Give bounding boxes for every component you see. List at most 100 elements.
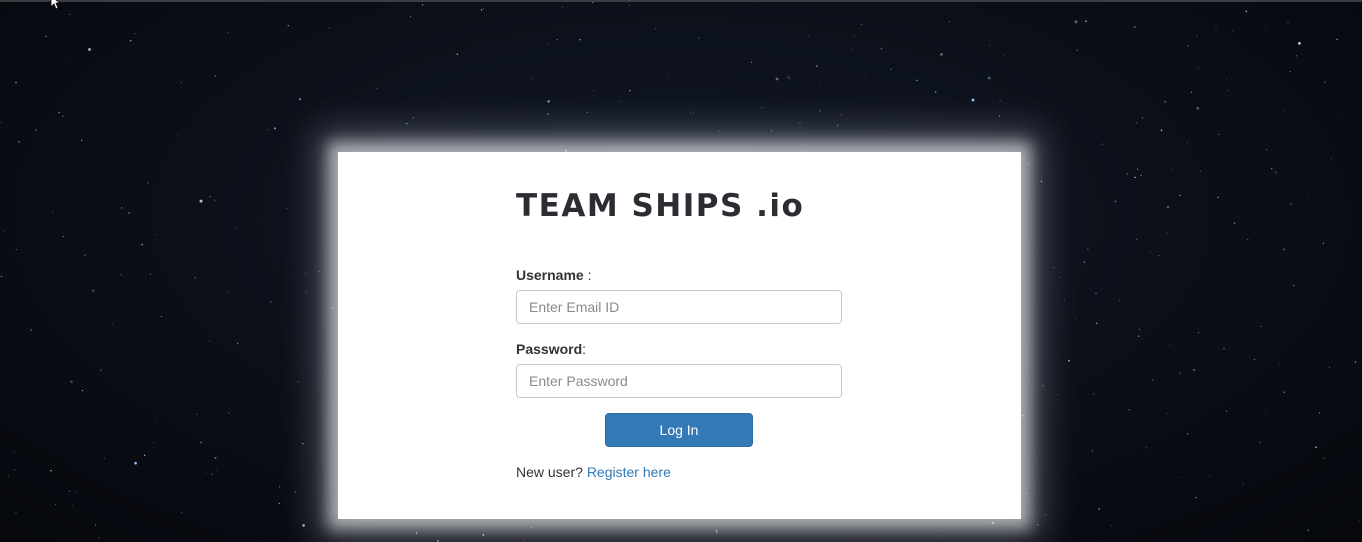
star <box>819 110 821 112</box>
star <box>1119 300 1121 302</box>
star <box>860 24 862 26</box>
star <box>1167 205 1169 208</box>
star <box>1179 372 1181 374</box>
star <box>1187 45 1189 47</box>
star <box>1253 358 1255 361</box>
star <box>228 412 230 414</box>
register-link[interactable]: Register here <box>587 464 671 480</box>
username-label-text: Username <box>516 267 584 283</box>
star <box>146 182 149 184</box>
star <box>1233 222 1236 224</box>
star <box>1040 180 1043 182</box>
star <box>205 471 207 473</box>
star <box>989 44 990 46</box>
star <box>241 445 243 447</box>
star <box>70 380 73 384</box>
star <box>935 91 937 93</box>
star <box>331 306 334 309</box>
star <box>84 254 86 256</box>
star <box>716 532 718 534</box>
star <box>54 504 56 506</box>
star <box>690 111 691 113</box>
star <box>209 196 211 198</box>
star <box>547 44 549 45</box>
star <box>1149 251 1151 253</box>
star <box>287 24 289 27</box>
star <box>286 208 288 210</box>
star <box>1102 143 1103 145</box>
star <box>1022 415 1024 417</box>
star <box>62 115 64 117</box>
star <box>771 130 772 132</box>
star <box>225 273 227 275</box>
star <box>67 55 68 57</box>
star <box>1307 529 1309 531</box>
star <box>1179 194 1181 196</box>
register-prompt: New user? Register here <box>516 464 671 480</box>
star <box>228 291 230 293</box>
star <box>1226 79 1227 81</box>
star <box>1134 26 1136 28</box>
star <box>556 38 558 41</box>
login-panel: TEAM SHIPS .io Username : Password: Log … <box>338 152 1021 519</box>
star <box>161 315 163 318</box>
star <box>156 234 158 235</box>
star <box>410 16 411 18</box>
star <box>1085 20 1087 22</box>
username-label: Username : <box>516 267 591 283</box>
register-prompt-text: New user? <box>516 464 583 480</box>
star <box>715 529 718 532</box>
star <box>1318 412 1320 414</box>
star <box>547 113 549 115</box>
star <box>1056 394 1058 395</box>
star <box>593 90 595 92</box>
star <box>718 130 720 132</box>
star <box>1329 366 1331 368</box>
star <box>1166 232 1168 234</box>
star <box>751 61 752 63</box>
star <box>999 100 1001 102</box>
star <box>1083 261 1086 263</box>
star <box>1215 25 1217 27</box>
star <box>437 540 439 542</box>
star <box>69 14 71 15</box>
star <box>1186 142 1188 144</box>
star <box>1004 55 1006 57</box>
star <box>196 413 198 415</box>
star <box>1114 200 1117 203</box>
star <box>143 454 146 457</box>
star <box>72 504 74 506</box>
username-input[interactable] <box>516 290 842 324</box>
star <box>30 329 32 331</box>
star <box>1346 386 1348 388</box>
star <box>305 292 307 293</box>
star <box>134 461 137 465</box>
star <box>1126 173 1128 175</box>
star <box>1196 106 1200 110</box>
star <box>1293 284 1295 287</box>
star <box>1134 176 1136 179</box>
star <box>579 38 581 41</box>
star <box>155 421 157 423</box>
star <box>234 261 235 263</box>
star <box>1152 379 1154 381</box>
login-button[interactable]: Log In <box>605 413 753 447</box>
password-input[interactable] <box>516 364 842 398</box>
star <box>81 389 84 392</box>
star <box>1076 49 1078 51</box>
star <box>1197 67 1199 69</box>
star <box>1259 441 1261 444</box>
star <box>1324 81 1326 83</box>
star <box>14 451 16 453</box>
star <box>971 98 975 102</box>
star <box>1136 168 1139 170</box>
star <box>629 90 631 92</box>
star <box>1298 42 1301 45</box>
star <box>267 129 269 131</box>
star <box>1064 299 1065 301</box>
star <box>1209 475 1211 478</box>
star <box>911 16 913 18</box>
star <box>693 112 695 114</box>
star <box>592 2 594 4</box>
star <box>45 35 47 38</box>
